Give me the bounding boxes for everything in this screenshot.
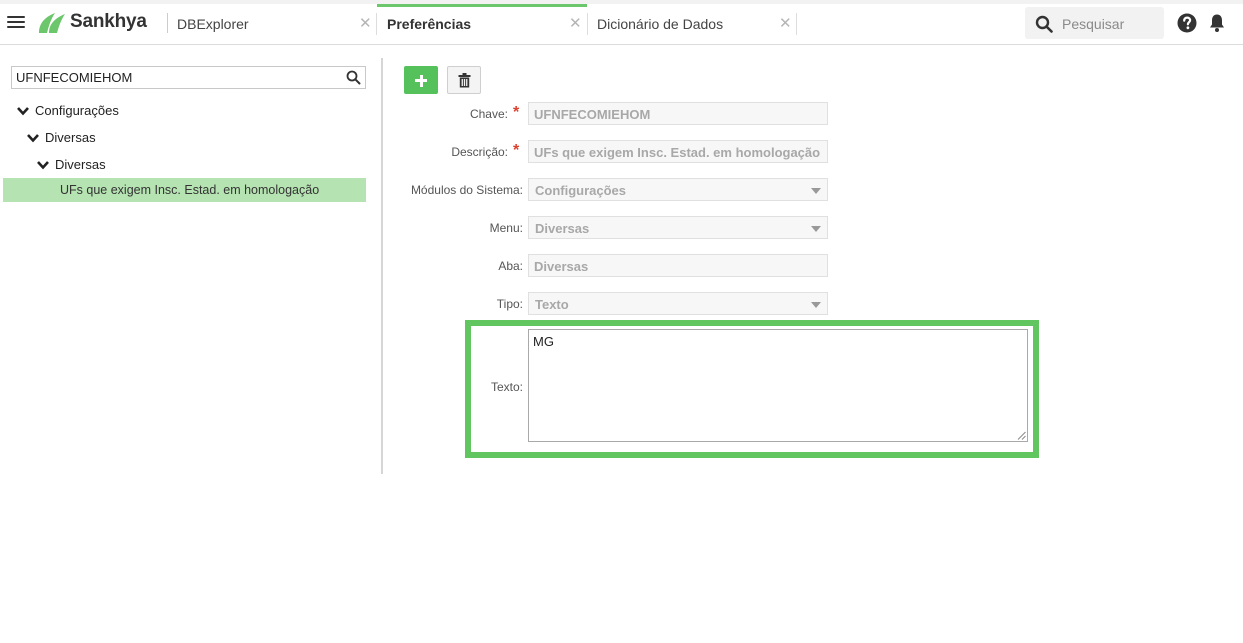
required-mark: * [513,142,520,159]
modulos-select[interactable]: Configurações [528,178,828,201]
tab-preferencias[interactable]: Preferências ✕ [377,4,587,44]
descricao-label: Descrição: [451,145,508,159]
descricao-field[interactable]: UFs que exigem Insc. Estad. em homologaç… [528,140,828,163]
search-icon [1035,15,1053,33]
menu-value: Diversas [535,221,590,236]
texto-textarea[interactable]: MG [528,329,1028,442]
modulos-label: Módulos do Sistema: [410,183,523,197]
close-icon[interactable]: ✕ [569,16,582,32]
tree-node-label: Diversas [55,157,106,172]
chevron-down-icon[interactable] [17,106,29,116]
texto-label: Texto: [490,380,523,394]
dropdown-arrow-icon[interactable] [811,226,821,232]
tab-label: DBExplorer [177,16,249,32]
tab-label: Preferências [387,16,472,32]
close-icon[interactable]: ✕ [359,16,372,32]
tree-item-ufs-homologacao[interactable]: UFs que exigem Insc. Estad. em homologaç… [3,178,366,202]
global-search[interactable]: Pesquisar [1025,7,1164,39]
top-bar: Sankhya DBExplorer ✕ Preferências ✕ Dici… [0,0,1243,45]
tipo-select[interactable]: Texto [528,292,828,315]
chave-field[interactable]: UFNFECOMIEHOM [528,102,828,125]
dropdown-arrow-icon[interactable] [811,302,821,308]
delete-button[interactable] [447,66,481,94]
texto-value: MG [533,334,554,349]
chave-label: Chave: [469,107,508,121]
aba-label: Aba: [498,259,523,273]
tree-item-label: UFs que exigem Insc. Estad. em homologaç… [60,183,320,197]
tab-dbexplorer[interactable]: DBExplorer ✕ [167,4,376,44]
tree-search-input[interactable] [16,70,336,85]
chevron-down-icon[interactable] [27,133,39,143]
aba-field[interactable]: Diversas [528,254,828,277]
chevron-down-icon[interactable] [37,160,49,170]
dropdown-arrow-icon[interactable] [811,188,821,194]
tree-node-diversas-sub[interactable]: Diversas [37,157,106,172]
tipo-value: Texto [535,297,569,312]
bell-icon[interactable] [1208,13,1226,33]
aba-value: Diversas [534,259,589,274]
tab-label: Dicionário de Dados [597,16,724,32]
search-placeholder: Pesquisar [1062,16,1125,32]
tree-node-configuracoes[interactable]: Configurações [17,103,119,118]
close-icon[interactable]: ✕ [779,16,792,32]
menu-icon[interactable] [7,15,25,29]
search-icon[interactable] [346,70,361,85]
menu-select[interactable]: Diversas [528,216,828,239]
tree-search-field[interactable] [11,66,366,89]
add-button[interactable] [404,66,438,94]
tree-node-diversas[interactable]: Diversas [27,130,96,145]
panel-divider[interactable] [381,58,383,474]
help-icon[interactable] [1177,13,1197,33]
tipo-label: Tipo: [496,297,523,311]
brand-name: Sankhya [70,11,147,32]
tree-node-label: Diversas [45,130,96,145]
modulos-value: Configurações [535,183,627,198]
chave-value: UFNFECOMIEHOM [534,107,651,122]
tree-node-label: Configurações [35,103,119,118]
tab-divider [796,13,797,35]
menu-label: Menu: [489,221,523,235]
resize-grip-icon[interactable] [1017,431,1026,440]
descricao-value: UFs que exigem Insc. Estad. em homologaç… [534,145,821,160]
sankhya-logo-icon [39,13,65,33]
required-mark: * [513,104,520,121]
trash-icon [458,73,471,88]
tab-dicionario-de-dados[interactable]: Dicionário de Dados ✕ [587,4,797,44]
